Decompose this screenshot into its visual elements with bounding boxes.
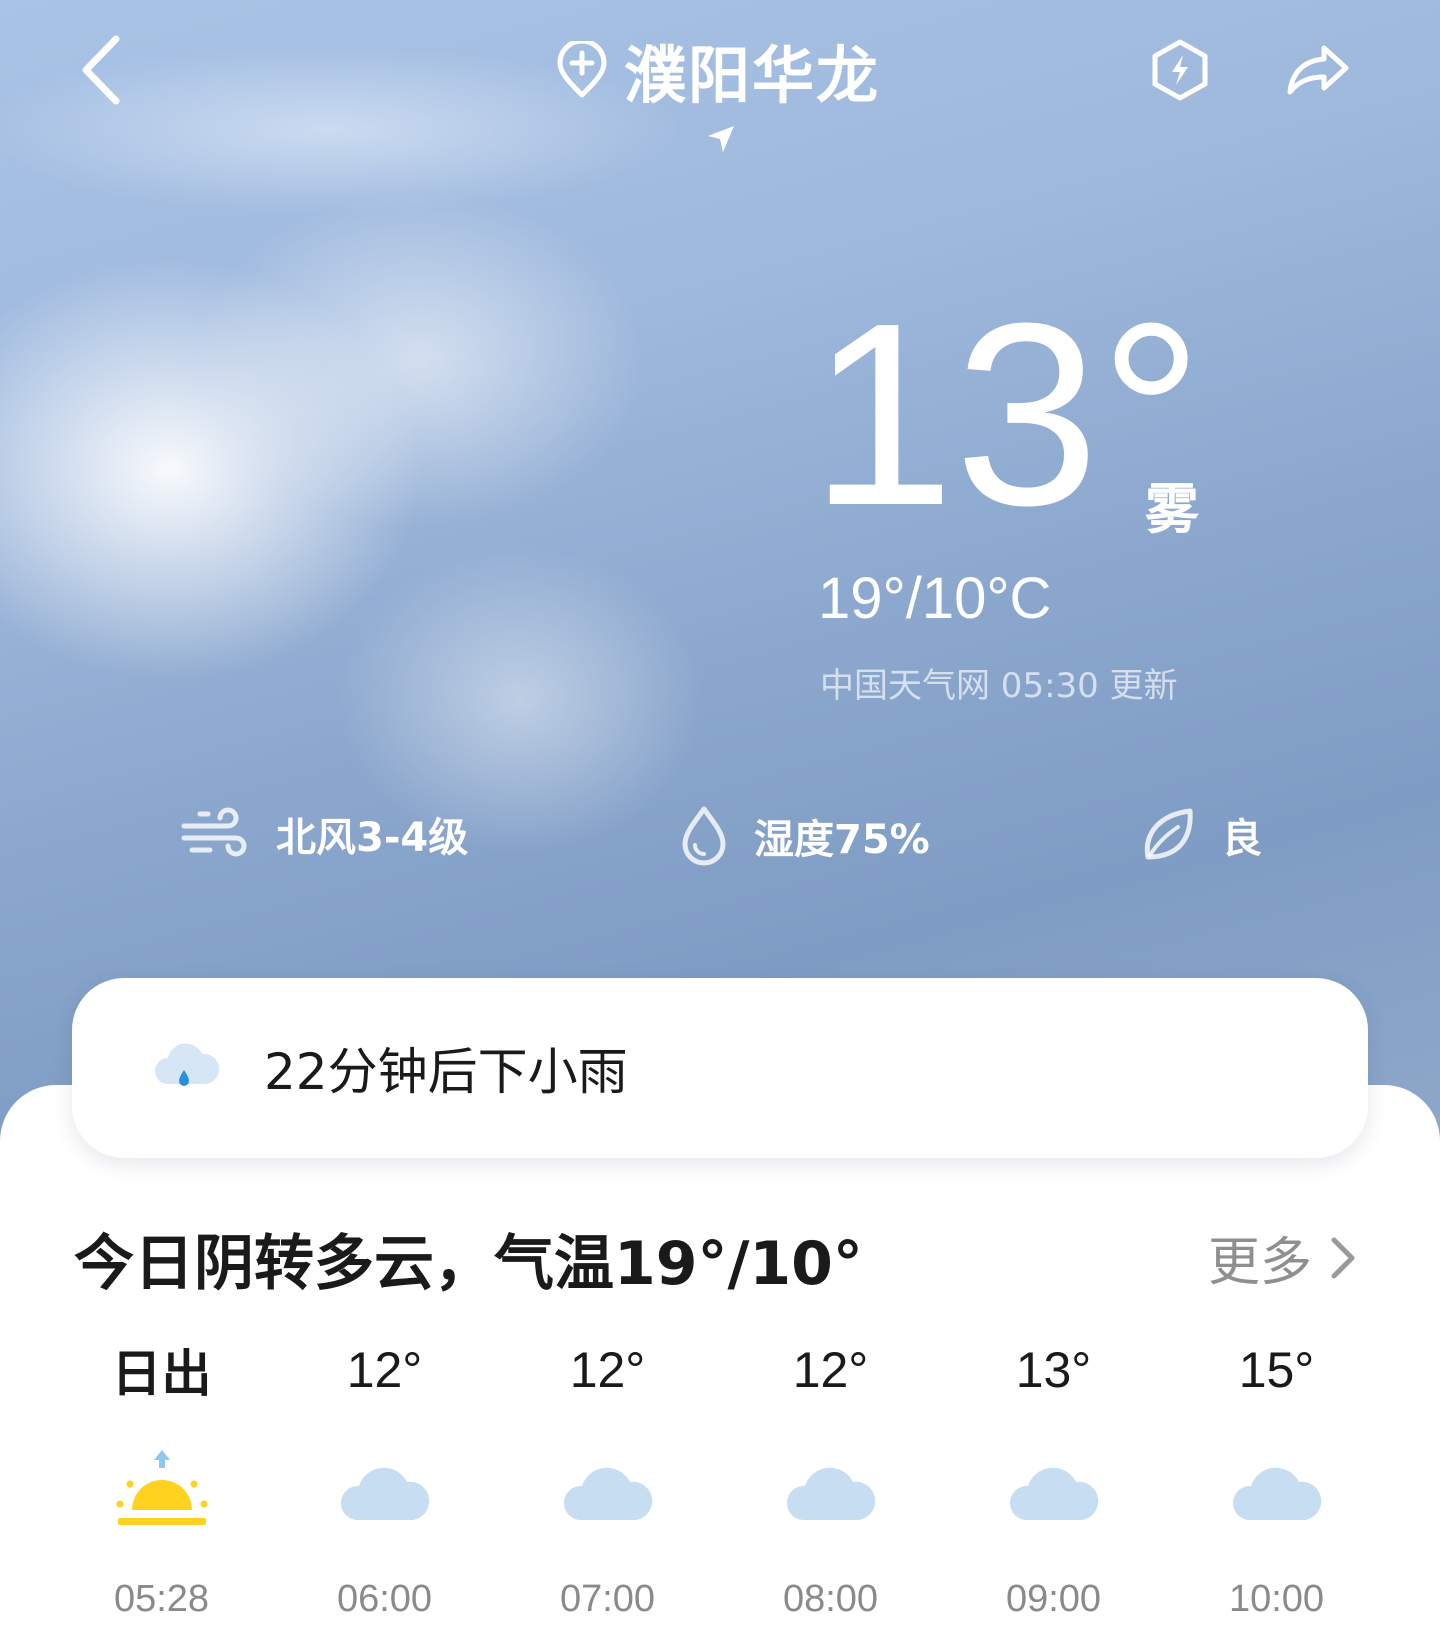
share-icon xyxy=(1287,45,1349,95)
hourly-item: 12° 07:00 xyxy=(496,1330,719,1621)
hour-temperature: 13° xyxy=(1015,1342,1092,1398)
today-summary: 今日阴转多云，气温19°/10° xyxy=(74,1229,863,1299)
city-title: 濮阳华龙 xyxy=(624,39,881,112)
temperature-range: 19°/10°C xyxy=(818,566,1052,631)
cloud-icon xyxy=(783,1410,879,1570)
wind-stat[interactable]: 北风3-4级 xyxy=(180,805,468,863)
hourly-item: 13° 09:00 xyxy=(942,1330,1165,1621)
weather-stats: 北风3-4级 湿度75% 良 xyxy=(0,805,1440,875)
air-quality-stat[interactable]: 良 xyxy=(1140,805,1262,865)
leaf-icon xyxy=(1144,808,1193,860)
cloud-icon xyxy=(1229,1410,1325,1570)
humidity-stat[interactable]: 湿度75% xyxy=(680,805,930,867)
location-header[interactable]: 濮阳华龙 xyxy=(556,30,880,112)
wind-icon xyxy=(181,807,247,857)
hourly-item-sunrise: 日出 05:28 xyxy=(50,1330,273,1621)
humidity-label: 湿度75% xyxy=(754,817,930,863)
hourly-item: 12° 06:00 xyxy=(273,1330,496,1621)
precipitation-alert[interactable]: 22分钟后下小雨 xyxy=(72,978,1368,1158)
more-label: 更多 xyxy=(1208,1233,1313,1293)
hour-time: 10:00 xyxy=(1228,1578,1325,1620)
hourly-forecast[interactable]: 日出 05:28 12° 06:00 12° 07:00 12° 08:00 1… xyxy=(50,1330,1390,1621)
update-source: 中国天气网 05:30 更新 xyxy=(820,666,1178,706)
water-drop-icon xyxy=(682,806,726,866)
quick-action-button[interactable] xyxy=(1144,34,1216,106)
hour-temperature: 12° xyxy=(792,1342,869,1398)
wind-label: 北风3-4级 xyxy=(276,815,469,861)
air-quality-label: 良 xyxy=(1222,816,1262,862)
hour-time: 06:00 xyxy=(336,1578,433,1620)
hourly-item: 12° 08:00 xyxy=(719,1330,942,1621)
more-button[interactable]: 更多 xyxy=(1208,1220,1356,1295)
current-condition: 雾 xyxy=(1145,478,1199,541)
sunrise-icon xyxy=(112,1410,212,1570)
cloud-icon xyxy=(560,1410,656,1570)
cloud-icon xyxy=(337,1410,433,1570)
hourly-item: 15° 10:00 xyxy=(1165,1330,1388,1621)
hour-temperature: 15° xyxy=(1238,1342,1315,1398)
cloud-icon xyxy=(1006,1410,1102,1570)
back-button[interactable] xyxy=(60,30,140,110)
add-location-icon xyxy=(557,41,607,98)
navigation-arrow-icon xyxy=(708,126,734,152)
hour-time: 09:00 xyxy=(1005,1578,1102,1620)
bolt-hexagon-icon xyxy=(1152,39,1208,101)
rain-cloud-icon xyxy=(132,1013,242,1123)
chevron-right-icon xyxy=(1331,1237,1355,1278)
chevron-left-icon xyxy=(82,35,120,105)
share-button[interactable] xyxy=(1280,34,1356,106)
hour-time: 05:28 xyxy=(113,1578,210,1620)
hour-temperature: 12° xyxy=(346,1342,423,1398)
hour-time: 08:00 xyxy=(782,1578,879,1620)
hour-temperature: 12° xyxy=(569,1342,646,1398)
hour-label: 日出 xyxy=(111,1345,212,1403)
hour-time: 07:00 xyxy=(559,1578,656,1620)
alert-text: 22分钟后下小雨 xyxy=(264,1043,628,1101)
